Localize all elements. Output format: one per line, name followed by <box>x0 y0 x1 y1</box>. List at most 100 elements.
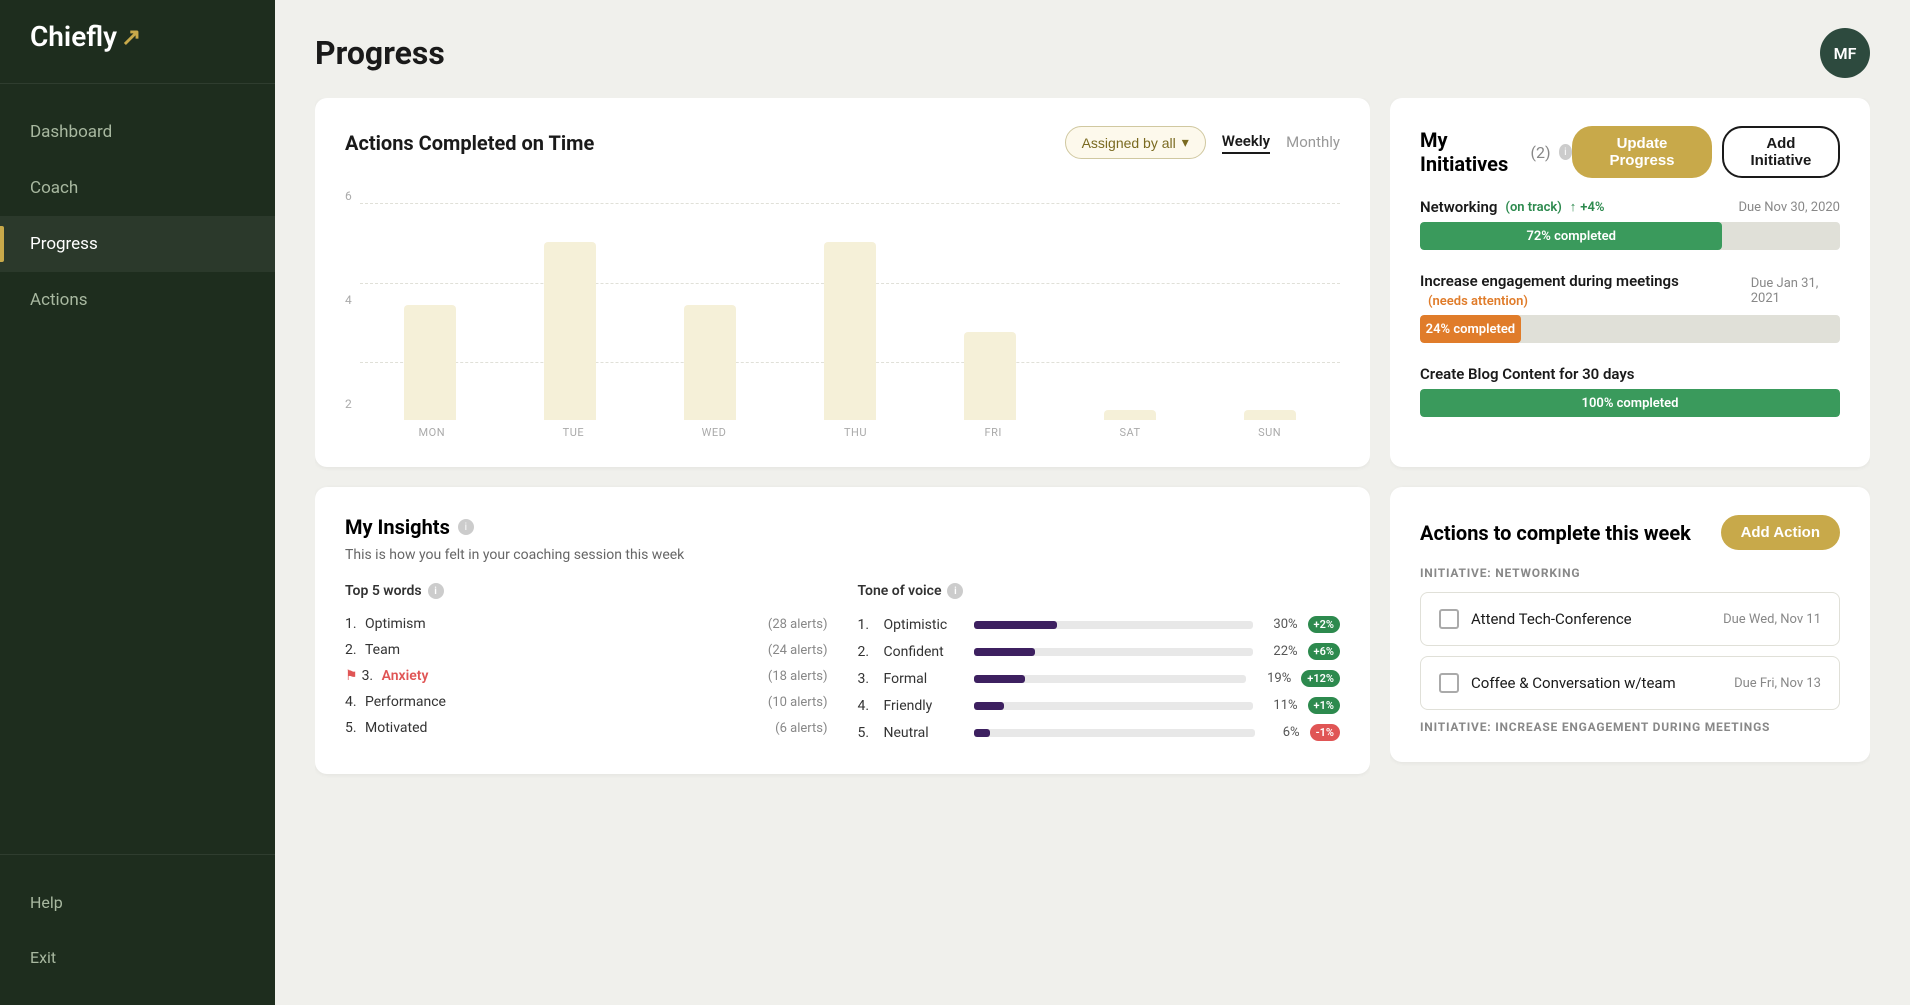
action-tech-conference: Attend Tech-Conference Due Wed, Nov 11 <box>1420 592 1840 646</box>
initiative-meetings: Increase engagement during meetings (nee… <box>1420 272 1840 343</box>
initiative-networking-change: ↑ +4% <box>1570 199 1605 215</box>
tone-rank-1: 1. <box>858 617 874 633</box>
sidebar-item-dashboard[interactable]: Dashboard <box>0 104 275 160</box>
word-count-1: (28 alerts) <box>768 617 828 632</box>
bar-mon-rect <box>404 305 456 421</box>
logo: Chiefly ↗ <box>30 20 245 53</box>
sidebar-item-actions[interactable]: Actions <box>0 272 275 328</box>
initiative-blog: Create Blog Content for 30 days 100% com… <box>1420 365 1840 417</box>
add-initiative-button[interactable]: Add Initiative <box>1722 126 1840 178</box>
alert-flag-icon: ⚑ <box>345 668 358 684</box>
initiative-meetings-due: Due Jan 31, 2021 <box>1751 276 1840 306</box>
logo-text: Chiefly <box>30 20 117 53</box>
arrow-up-icon: ↑ <box>1570 199 1577 215</box>
action-coffee: Coffee & Conversation w/team Due Fri, No… <box>1420 656 1840 710</box>
tone-title: Tone of voice i <box>858 583 1341 599</box>
tone-bar-bg-4 <box>974 702 1253 710</box>
chevron-down-icon: ▾ <box>1182 134 1189 151</box>
tone-pct-2: 22% <box>1263 644 1298 659</box>
word-name-3: Anxiety <box>382 668 768 684</box>
initiatives-card: My Initiatives (2) i Update Progress Add… <box>1390 98 1870 467</box>
tone-info-icon: i <box>947 583 963 599</box>
initiative-networking-row: Networking (on track) ↑ +4% Due Nov 30, … <box>1420 198 1840 216</box>
insights-header: My Insights i <box>345 515 1340 539</box>
chart-header: Actions Completed on Time Assigned by al… <box>345 126 1340 159</box>
sidebar-item-coach[interactable]: Coach <box>0 160 275 216</box>
initiative-networking-info: Networking (on track) ↑ +4% <box>1420 198 1604 216</box>
sidebar: Chiefly ↗ Dashboard Coach Progress Actio… <box>0 0 275 1005</box>
grid-line-top <box>360 203 1340 204</box>
update-progress-button[interactable]: Update Progress <box>1572 126 1712 178</box>
initiative-meetings-name: Increase engagement during meetings <box>1420 272 1679 290</box>
actions-card: Actions to complete this week Add Action… <box>1390 487 1870 762</box>
initiative-networking-progress-fill: 72% completed <box>1420 222 1722 250</box>
bar-fri-rect <box>964 332 1016 420</box>
bar-thu <box>824 210 876 420</box>
actions-header: Actions to complete this week Add Action <box>1420 515 1840 550</box>
x-labels: MON TUE WED THU FRI SAT SUN <box>360 420 1340 439</box>
tab-weekly[interactable]: Weekly <box>1222 132 1270 154</box>
action-checkbox-2[interactable] <box>1439 673 1459 693</box>
logo-area: Chiefly ↗ <box>0 0 275 84</box>
tone-bar-bg-2 <box>974 648 1253 656</box>
actions-title: Actions to complete this week <box>1420 521 1691 545</box>
word-name-2: Team <box>365 642 768 658</box>
word-count-2: (24 alerts) <box>768 643 828 658</box>
tab-monthly[interactable]: Monthly <box>1286 133 1340 153</box>
tone-bar-bg-3 <box>974 675 1247 683</box>
add-action-button[interactable]: Add Action <box>1721 515 1840 550</box>
initiatives-header: My Initiatives (2) i Update Progress Add… <box>1420 126 1840 178</box>
y-label-2: 2 <box>345 397 352 411</box>
tone-pct-5: 6% <box>1265 725 1300 740</box>
initiative-networking-progress-bg: 72% completed <box>1420 222 1840 250</box>
insights-info-icon: i <box>458 519 474 535</box>
avatar[interactable]: MF <box>1820 28 1870 78</box>
sidebar-item-help[interactable]: Help <box>0 875 275 930</box>
word-name-1: Optimism <box>365 616 768 632</box>
tone-row-2: 2. Confident 22% +6% <box>858 638 1341 665</box>
tone-bar-fill-1 <box>974 621 1058 629</box>
initiative-blog-progress-bg: 100% completed <box>1420 389 1840 417</box>
tone-col: Tone of voice i 1. Optimistic 30% +2% <box>858 583 1341 746</box>
sidebar-item-exit[interactable]: Exit <box>0 930 275 985</box>
tone-bar-fill-5 <box>974 729 991 737</box>
right-column: My Initiatives (2) i Update Progress Add… <box>1390 98 1870 985</box>
insights-title: My Insights <box>345 515 450 539</box>
tone-pct-4: 11% <box>1263 698 1298 713</box>
bar-sun-rect <box>1244 410 1296 421</box>
y-label-4: 4 <box>345 293 352 307</box>
tone-name-3: Formal <box>884 671 964 687</box>
word-rank-5: 5. <box>345 720 361 736</box>
initiatives-title-row: My Initiatives (2) i <box>1420 128 1572 176</box>
filter-button[interactable]: Assigned by all ▾ <box>1065 126 1206 159</box>
sidebar-nav: Dashboard Coach Progress Actions <box>0 84 275 854</box>
tone-pct-1: 30% <box>1263 617 1298 632</box>
word-rank-3: 3. <box>362 668 378 684</box>
initiative-blog-row: Create Blog Content for 30 days <box>1420 365 1840 383</box>
period-tabs: Weekly Monthly <box>1222 132 1340 154</box>
chart-body: MON TUE WED THU FRI SAT SUN <box>360 179 1340 439</box>
tone-badge-3: +12% <box>1301 670 1340 687</box>
action-name-1: Attend Tech-Conference <box>1471 610 1632 628</box>
filter-label: Assigned by all <box>1082 135 1176 151</box>
x-label-fri: FRI <box>985 426 1002 439</box>
initiative-meetings-status: (needs attention) <box>1428 294 1528 309</box>
action-checkbox-1[interactable] <box>1439 609 1459 629</box>
tone-name-2: Confident <box>884 644 964 660</box>
sidebar-bottom: Help Exit <box>0 854 275 1005</box>
initiative-meetings-row: Increase engagement during meetings (nee… <box>1420 272 1840 309</box>
initiative-networking-name: Networking <box>1420 198 1497 216</box>
bars-container <box>360 179 1340 420</box>
bar-chart-wrapper: 2 4 6 <box>345 179 1340 439</box>
tone-rank-2: 2. <box>858 644 874 660</box>
tone-name-4: Friendly <box>884 698 964 714</box>
tone-bar-bg-5 <box>974 729 1255 737</box>
tone-row-4: 4. Friendly 11% +1% <box>858 692 1341 719</box>
bar-wed-rect <box>684 305 736 421</box>
insights-subtitle: This is how you felt in your coaching se… <box>345 547 1340 563</box>
insights-card: My Insights i This is how you felt in yo… <box>315 487 1370 774</box>
initiatives-count: (2) <box>1531 143 1551 162</box>
sidebar-item-progress[interactable]: Progress <box>0 216 275 272</box>
word-rank-4: 4. <box>345 694 361 710</box>
x-label-thu: THU <box>844 426 867 439</box>
